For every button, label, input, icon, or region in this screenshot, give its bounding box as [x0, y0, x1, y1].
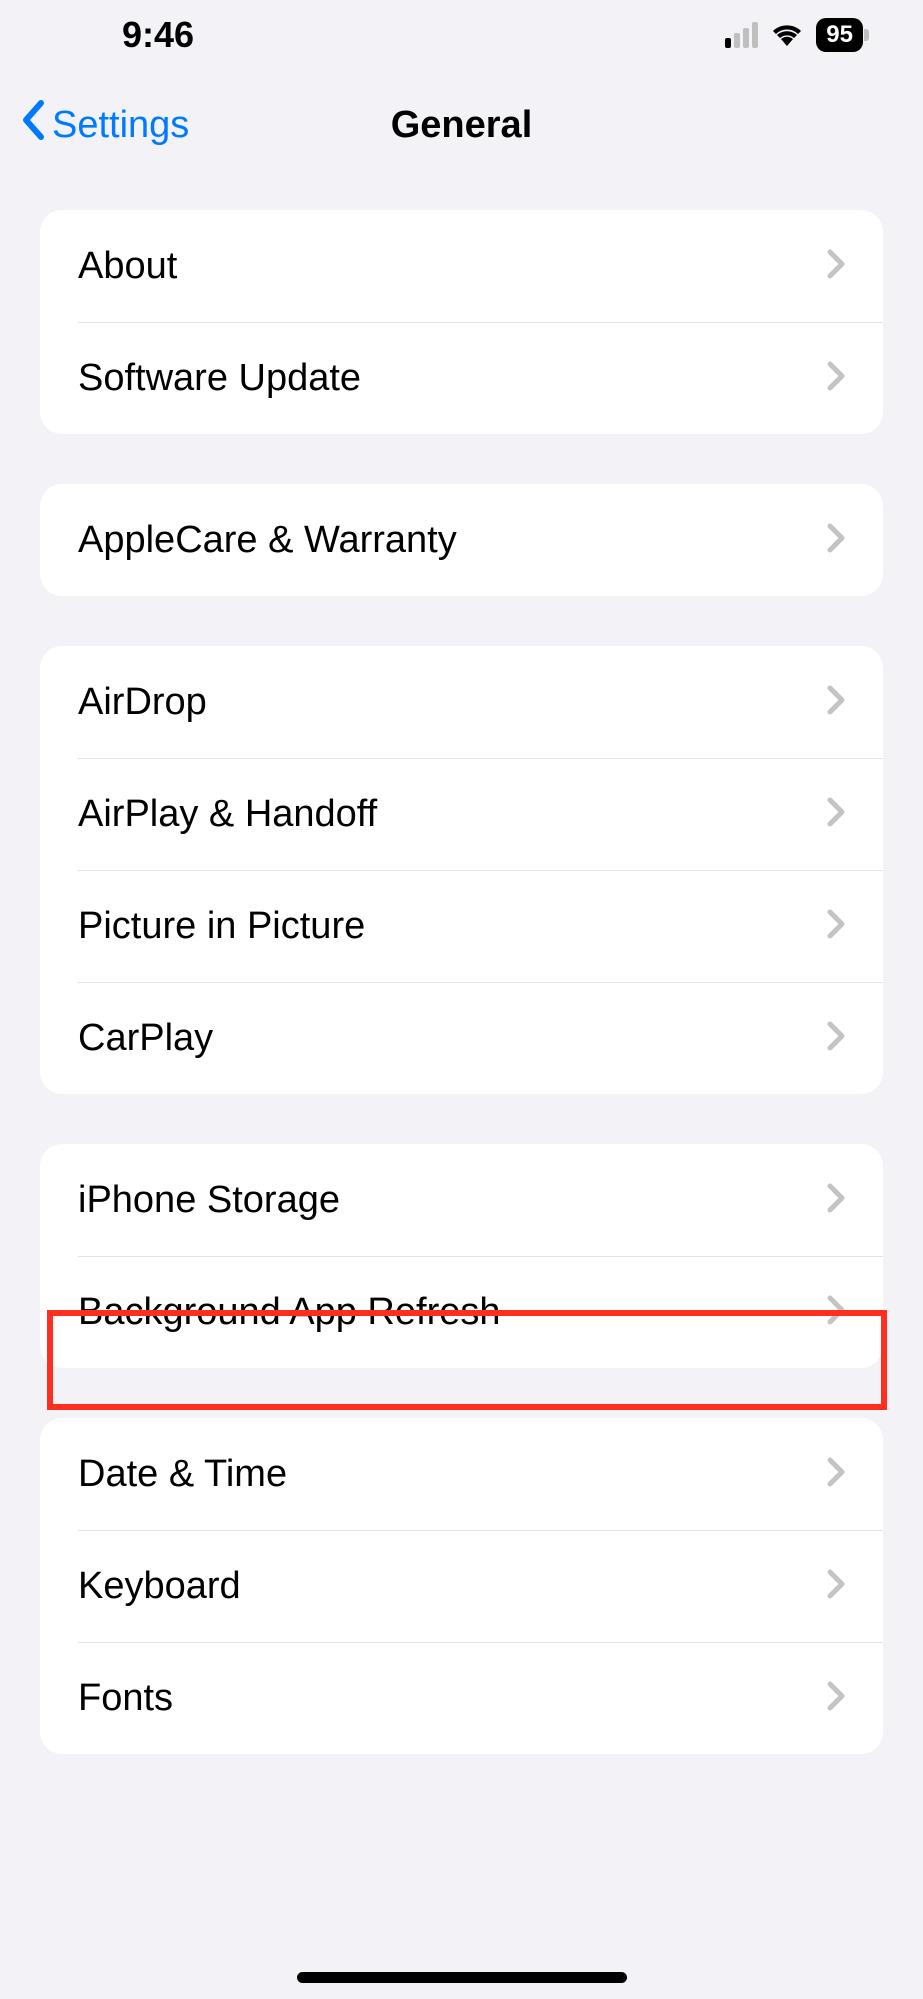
settings-section: iPhone Storage Background App Refresh: [40, 1144, 883, 1368]
row-label: About: [78, 245, 177, 288]
status-icons: 95: [725, 18, 863, 52]
chevron-right-icon: [827, 797, 845, 832]
page-title: General: [391, 104, 533, 147]
chevron-right-icon: [827, 685, 845, 720]
chevron-right-icon: [827, 1681, 845, 1716]
row-label: Background App Refresh: [78, 1291, 501, 1334]
wifi-icon: [770, 20, 804, 51]
back-button[interactable]: Settings: [20, 100, 189, 150]
battery-level-icon: 95: [816, 18, 863, 52]
row-label: Date & Time: [78, 1453, 287, 1496]
chevron-right-icon: [827, 523, 845, 558]
row-label: iPhone Storage: [78, 1179, 340, 1222]
chevron-left-icon: [20, 100, 46, 150]
row-label: CarPlay: [78, 1017, 213, 1060]
row-iphone-storage[interactable]: iPhone Storage: [40, 1144, 883, 1256]
chevron-right-icon: [827, 909, 845, 944]
chevron-right-icon: [827, 1457, 845, 1492]
row-label: Fonts: [78, 1677, 173, 1720]
row-date-time[interactable]: Date & Time: [40, 1418, 883, 1530]
navigation-bar: Settings General: [0, 70, 923, 180]
chevron-right-icon: [827, 1295, 845, 1330]
row-keyboard[interactable]: Keyboard: [40, 1530, 883, 1642]
row-picture-in-picture[interactable]: Picture in Picture: [40, 870, 883, 982]
settings-section: About Software Update: [40, 210, 883, 434]
row-carplay[interactable]: CarPlay: [40, 982, 883, 1094]
back-label: Settings: [52, 104, 189, 147]
row-label: AppleCare & Warranty: [78, 519, 457, 562]
row-applecare-warranty[interactable]: AppleCare & Warranty: [40, 484, 883, 596]
row-label: Keyboard: [78, 1565, 241, 1608]
row-label: Software Update: [78, 357, 361, 400]
status-time: 9:46: [122, 14, 194, 56]
row-fonts[interactable]: Fonts: [40, 1642, 883, 1754]
chevron-right-icon: [827, 1021, 845, 1056]
settings-section: AppleCare & Warranty: [40, 484, 883, 596]
settings-section: AirDrop AirPlay & Handoff Picture in Pictu…: [40, 646, 883, 1094]
chevron-right-icon: [827, 1569, 845, 1604]
row-airplay-handoff[interactable]: AirPlay & Handoff: [40, 758, 883, 870]
cellular-signal-icon: [725, 22, 758, 48]
row-about[interactable]: About: [40, 210, 883, 322]
row-airdrop[interactable]: AirDrop: [40, 646, 883, 758]
battery-percent: 95: [826, 21, 853, 48]
chevron-right-icon: [827, 361, 845, 396]
row-label: AirDrop: [78, 681, 207, 724]
chevron-right-icon: [827, 249, 845, 284]
settings-section: Date & Time Keyboard Fonts: [40, 1418, 883, 1754]
status-bar: 9:46 95: [0, 0, 923, 70]
row-software-update[interactable]: Software Update: [40, 322, 883, 434]
row-background-app-refresh[interactable]: Background App Refresh: [40, 1256, 883, 1368]
row-label: AirPlay & Handoff: [78, 793, 377, 836]
home-indicator[interactable]: [297, 1972, 627, 1983]
row-label: Picture in Picture: [78, 905, 365, 948]
settings-list: About Software Update AppleCare & Warranty…: [0, 210, 923, 1754]
chevron-right-icon: [827, 1183, 845, 1218]
